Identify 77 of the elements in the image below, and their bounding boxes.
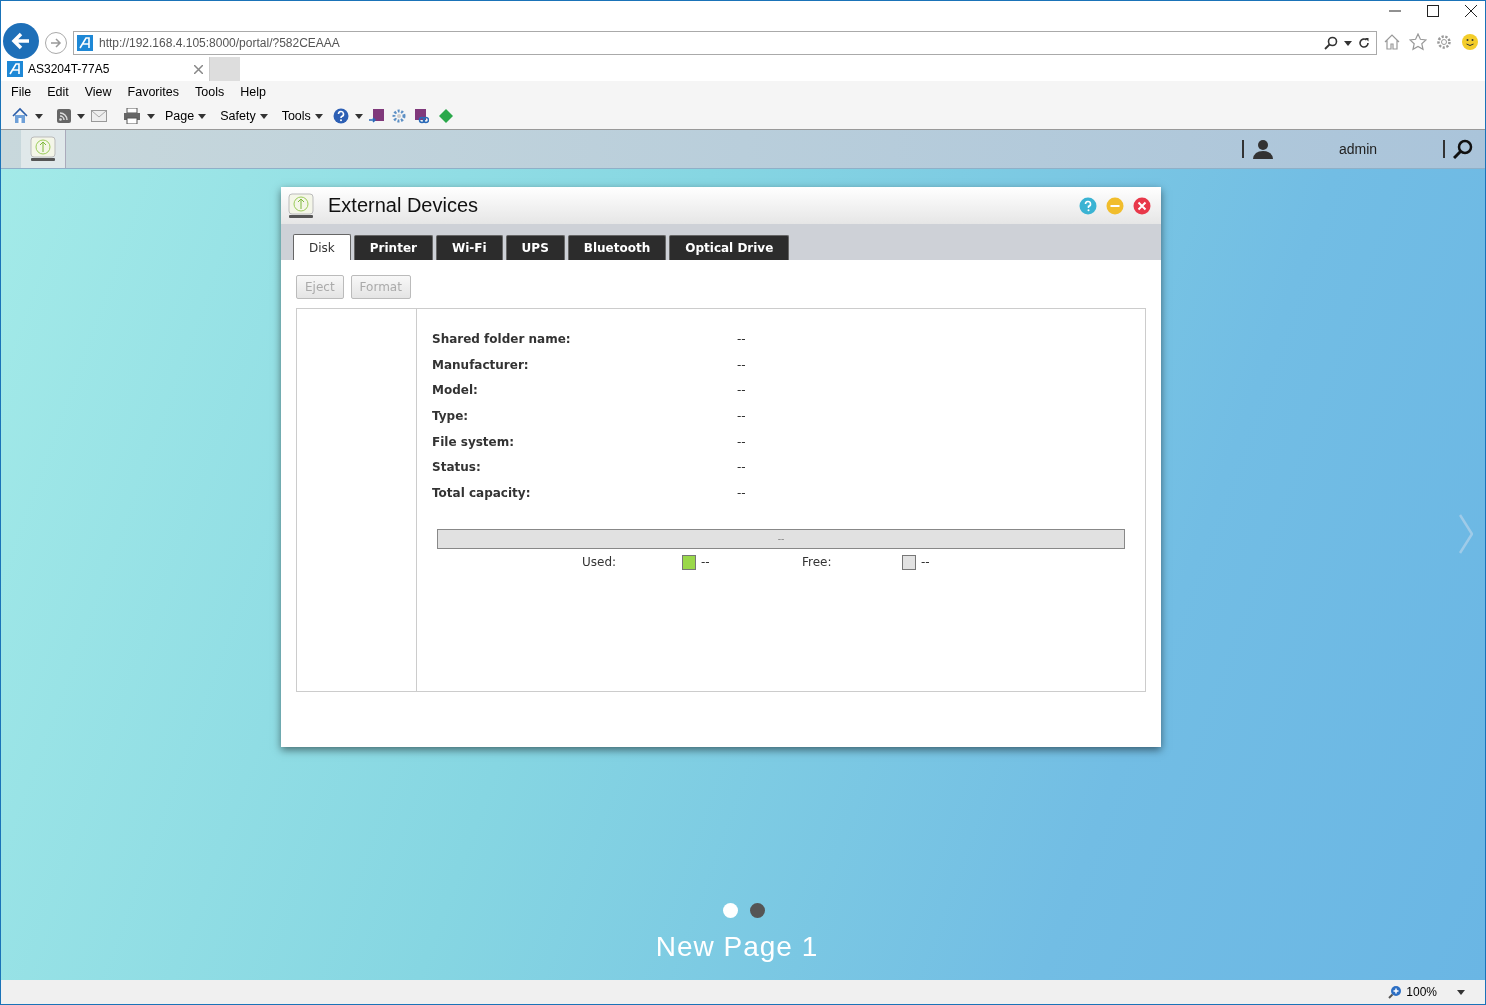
drive-icon (288, 192, 314, 219)
legend-value: -- (921, 555, 930, 570)
smiley-icon[interactable] (1461, 33, 1479, 51)
command-menu[interactable]: Safety (220, 109, 268, 123)
caret-icon[interactable] (314, 113, 323, 119)
field-value: -- (737, 460, 746, 475)
field-label: Type: (432, 408, 470, 423)
menu-item[interactable]: Tools (195, 85, 225, 99)
field-value: -- (737, 383, 746, 398)
tab[interactable]: Optical Drive (669, 235, 790, 260)
tab[interactable]: Bluetooth (567, 235, 667, 260)
menu-item[interactable]: Help (240, 85, 266, 99)
caret-icon[interactable] (147, 113, 155, 119)
caret-icon[interactable] (354, 113, 363, 119)
help-icon[interactable] (332, 108, 349, 124)
menu-item[interactable]: View (84, 85, 112, 99)
dialog-title: External Devices (328, 194, 480, 217)
field-value: -- (737, 357, 746, 372)
dropdown-caret-icon[interactable] (1457, 989, 1465, 995)
drive-icon (30, 136, 56, 162)
star-icon[interactable] (1409, 33, 1427, 51)
tab[interactable]: Wi-Fi (435, 235, 503, 260)
caret-icon[interactable] (259, 113, 268, 119)
field-label: File system: (432, 434, 516, 449)
address-bar[interactable]: http://192.168.4.105:8000/portal/?582CEAAA (73, 31, 1377, 55)
search-icon[interactable] (1453, 139, 1473, 159)
menu-item[interactable]: File (11, 85, 32, 99)
bar-text: -- (777, 533, 785, 545)
page-title: New Page 1 (655, 931, 819, 962)
zoom-icon[interactable] (1388, 985, 1403, 999)
dropdown-caret-icon[interactable] (1344, 40, 1352, 46)
command-menu[interactable]: Tools (281, 109, 323, 123)
maximize-icon[interactable] (1427, 5, 1439, 17)
user-icon[interactable] (1253, 139, 1273, 159)
field-value: -- (737, 485, 746, 500)
site-icon (7, 61, 23, 77)
field-value: -- (737, 434, 746, 449)
field-value: -- (737, 408, 746, 423)
command-menu[interactable]: Page (165, 109, 207, 123)
back-button[interactable] (3, 23, 39, 59)
tab[interactable]: UPS (505, 235, 565, 260)
arrow-left-icon[interactable] (11, 32, 31, 50)
note-link-icon[interactable] (412, 108, 429, 124)
page-dot[interactable] (750, 903, 765, 918)
menu-item[interactable]: Edit (47, 85, 69, 99)
menu-item[interactable]: Favorites (127, 85, 179, 99)
search-icon[interactable] (1324, 36, 1338, 50)
note-icon[interactable] (368, 108, 385, 124)
settings-icon[interactable] (1435, 33, 1453, 51)
tab[interactable]: Printer (353, 235, 433, 260)
page-dot[interactable] (723, 903, 738, 918)
user-name[interactable]: admin (1273, 141, 1443, 157)
arrow-right-icon[interactable] (50, 38, 62, 48)
zoom-control[interactable]: 100% (1388, 985, 1437, 999)
tab[interactable]: Disk (293, 234, 351, 260)
printer-icon[interactable] (123, 108, 141, 124)
close-icon[interactable] (1465, 5, 1477, 17)
legend-value: -- (701, 555, 710, 570)
feed-icon[interactable] (57, 109, 71, 123)
caret-icon[interactable] (35, 113, 43, 119)
caret-icon[interactable] (77, 113, 85, 119)
field-label: Status: (432, 460, 482, 475)
diamond-icon[interactable] (438, 109, 453, 123)
home-icon[interactable] (1383, 33, 1401, 51)
legend-label: Free: (802, 555, 833, 570)
field-label: Model: (432, 383, 479, 398)
legend-label: Used: (582, 555, 618, 570)
field-label: Shared folder name: (432, 331, 572, 346)
site-icon (77, 35, 93, 51)
app-button[interactable] (21, 130, 66, 168)
field-value: -- (737, 331, 746, 346)
refresh-icon[interactable] (1358, 37, 1370, 49)
caret-icon[interactable] (198, 113, 207, 119)
gear-icon[interactable] (390, 108, 407, 124)
home-icon[interactable] (11, 107, 29, 125)
field-label: Total capacity: (432, 485, 532, 500)
field-label: Manufacturer: (432, 357, 530, 372)
